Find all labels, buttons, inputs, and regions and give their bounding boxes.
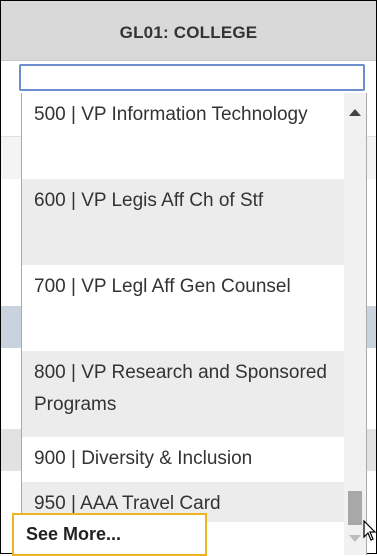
list-item[interactable]: 900 | Diversity & Inclusion	[22, 437, 344, 482]
options-list: 500 | VP Information Technology 600 | VP…	[22, 93, 344, 522]
college-panel: GL01: COLLEGE 500 | VP Information Techn…	[0, 0, 377, 556]
scroll-up-arrow-icon[interactable]	[349, 109, 361, 116]
scrollbar[interactable]	[344, 93, 366, 555]
list-item[interactable]: 500 | VP Information Technology	[22, 93, 344, 179]
see-more-button[interactable]: See More...	[12, 513, 207, 556]
list-item[interactable]: 800 | VP Research and Sponsored Programs	[22, 351, 344, 437]
list-item[interactable]: 700 | VP Legl Aff Gen Counsel	[22, 265, 344, 351]
dropdown-list: 500 | VP Information Technology 600 | VP…	[21, 93, 367, 555]
mouse-cursor-icon	[363, 520, 377, 541]
column-header: GL01: COLLEGE	[1, 1, 376, 61]
search-input[interactable]	[19, 64, 365, 91]
scroll-down-arrow-icon[interactable]	[349, 535, 361, 542]
list-item[interactable]: 600 | VP Legis Aff Ch of Stf	[22, 179, 344, 265]
scroll-thumb[interactable]	[348, 491, 362, 525]
column-header-title: GL01: COLLEGE	[119, 23, 258, 42]
